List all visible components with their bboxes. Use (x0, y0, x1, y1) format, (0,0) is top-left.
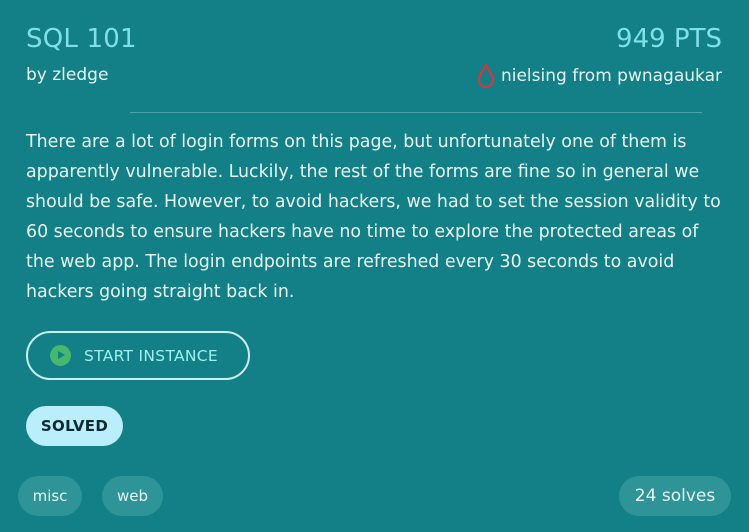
challenge-title: SQL 101 (26, 24, 137, 54)
solves-count[interactable]: 24 solves (619, 476, 731, 516)
tag-web[interactable]: web (102, 476, 163, 516)
challenge-description: There are a lot of login forms on this p… (26, 132, 721, 302)
first-blood: nielsing from pwnagaukar (477, 62, 722, 88)
first-blood-text: nielsing from pwnagaukar (500, 66, 722, 86)
challenge-points: 949 PTS (616, 24, 722, 54)
challenge-author: by zledge (26, 65, 109, 85)
status-badge: SOLVED (26, 406, 123, 446)
tag-misc[interactable]: misc (18, 476, 82, 516)
blood-drop-icon (477, 62, 495, 88)
header-divider (130, 112, 702, 113)
start-instance-label: START INSTANCE (84, 346, 219, 365)
challenge-card: SQL 101 by zledge 949 PTS nielsing from … (0, 0, 749, 532)
start-instance-button[interactable]: START INSTANCE (26, 331, 250, 380)
play-icon (50, 345, 71, 366)
